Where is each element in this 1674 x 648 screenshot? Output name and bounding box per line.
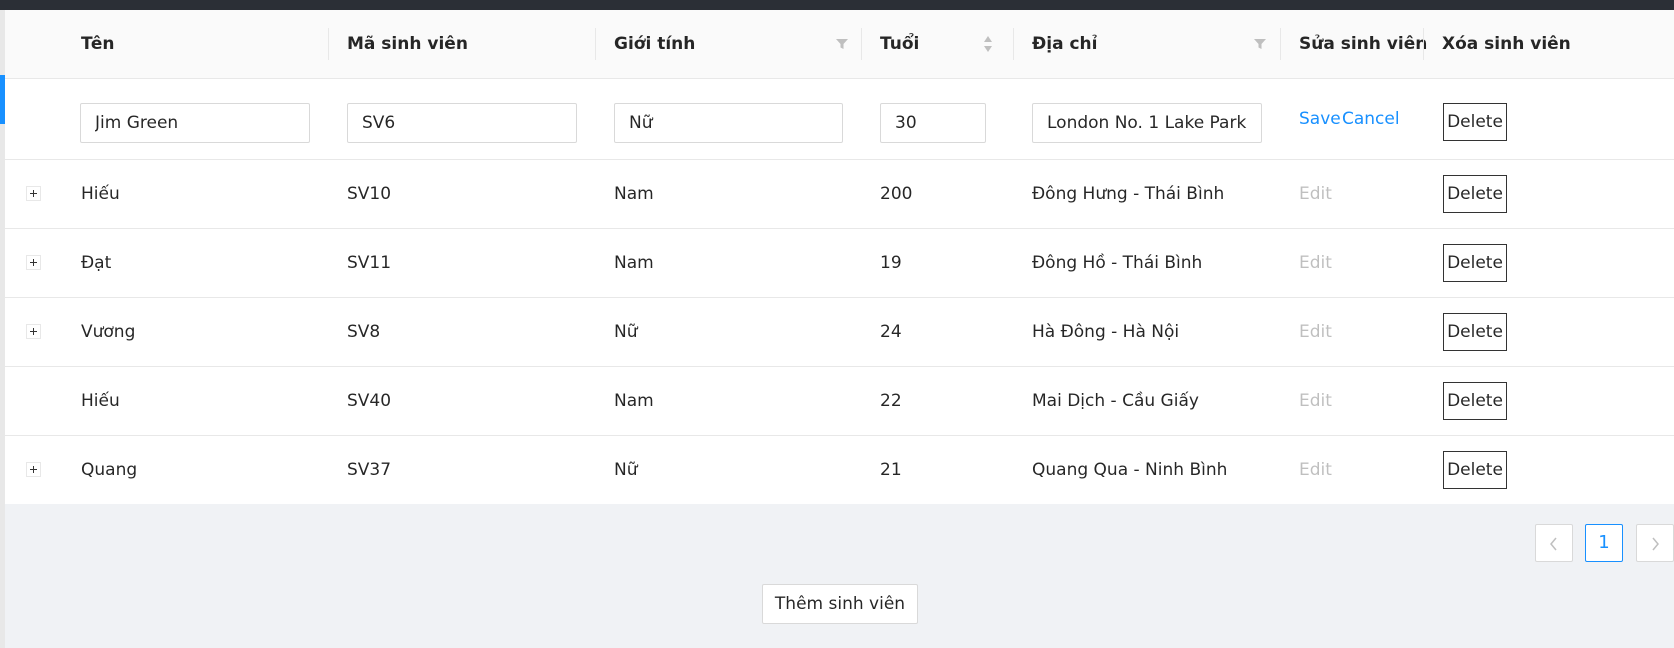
cell-address: Đông Hưng - Thái Bình <box>1032 184 1225 204</box>
cell-age: 24 <box>880 322 902 342</box>
table-row: Hiếu SV10 Nam 200 Đông Hưng - Thái Bình … <box>5 160 1674 229</box>
cell-name: Vương <box>81 322 136 342</box>
header-delete: Xóa sinh viên <box>1442 34 1571 54</box>
table-row: Hiếu SV40 Nam 22 Mai Dịch - Cầu Giấy Edi… <box>5 367 1674 436</box>
editing-row: Save Cancel Delete <box>5 79 1674 160</box>
top-bar <box>0 0 1674 10</box>
cell-gender: Nam <box>614 184 654 204</box>
cell-address: Đông Hồ - Thái Bình <box>1032 253 1203 273</box>
address-input[interactable] <box>1032 103 1262 143</box>
cell-student-id: SV37 <box>347 460 392 480</box>
save-link[interactable]: Save <box>1299 79 1341 159</box>
cell-address: Quang Qua - Ninh Bình <box>1032 460 1228 480</box>
cell-age: 19 <box>880 253 902 273</box>
add-student-button[interactable]: Thêm sinh viên <box>762 584 918 624</box>
age-input[interactable] <box>880 103 986 143</box>
delete-button[interactable]: Delete <box>1443 244 1507 282</box>
cell-student-id: SV40 <box>347 391 392 411</box>
cell-student-id: SV11 <box>347 253 392 273</box>
header-separator <box>1280 28 1281 60</box>
cell-student-id: SV8 <box>347 322 381 342</box>
delete-button[interactable]: Delete <box>1443 103 1507 141</box>
cell-age: 22 <box>880 391 902 411</box>
delete-button[interactable]: Delete <box>1443 382 1507 420</box>
cell-name: Hiếu <box>81 184 120 204</box>
delete-button[interactable]: Delete <box>1443 175 1507 213</box>
expand-row-icon[interactable] <box>26 462 41 477</box>
edit-link[interactable]: Edit <box>1299 160 1332 228</box>
expand-row-icon[interactable] <box>26 186 41 201</box>
delete-button[interactable]: Delete <box>1443 313 1507 351</box>
table-row: Quang SV37 Nữ 21 Quang Qua - Ninh Bình E… <box>5 436 1674 504</box>
header-separator <box>328 28 329 60</box>
header-name: Tên <box>81 34 115 54</box>
table-row: Đạt SV11 Nam 19 Đông Hồ - Thái Bình Edit… <box>5 229 1674 298</box>
cell-student-id: SV10 <box>347 184 392 204</box>
cell-gender: Nam <box>614 391 654 411</box>
filter-icon[interactable] <box>835 37 849 51</box>
cell-name: Đạt <box>81 253 112 273</box>
header-gender: Giới tính <box>614 34 696 54</box>
cell-age: 200 <box>880 184 913 204</box>
header-student-id: Mã sinh viên <box>347 34 468 54</box>
cell-gender: Nữ <box>614 322 638 342</box>
name-input[interactable] <box>80 103 310 143</box>
header-separator <box>1423 28 1424 60</box>
cancel-link[interactable]: Cancel <box>1342 79 1400 159</box>
page-1-button[interactable]: 1 <box>1585 524 1623 562</box>
cell-gender: Nữ <box>614 460 638 480</box>
table-header: Tên Mã sinh viên Giới tính Tuổi Địa chỉ … <box>5 10 1674 79</box>
delete-button[interactable]: Delete <box>1443 451 1507 489</box>
chevron-right-icon <box>1652 537 1659 551</box>
header-age: Tuổi <box>880 34 920 54</box>
filter-icon[interactable] <box>1253 37 1267 51</box>
chevron-left-icon <box>1550 537 1557 551</box>
cell-age: 21 <box>880 460 902 480</box>
cell-name: Quang <box>81 460 138 480</box>
next-page-button[interactable] <box>1636 524 1674 562</box>
header-address: Địa chỉ <box>1032 34 1098 54</box>
gender-input[interactable] <box>614 103 843 143</box>
edit-link[interactable]: Edit <box>1299 229 1332 297</box>
sort-icon[interactable] <box>983 34 993 54</box>
prev-page-button[interactable] <box>1535 524 1573 562</box>
header-separator <box>1013 28 1014 60</box>
header-separator <box>595 28 596 60</box>
cell-name: Hiếu <box>81 391 120 411</box>
edit-link[interactable]: Edit <box>1299 436 1332 504</box>
expand-row-icon[interactable] <box>26 255 41 270</box>
table-row: Vương SV8 Nữ 24 Hà Đông - Hà Nội Edit De… <box>5 298 1674 367</box>
cell-address: Hà Đông - Hà Nội <box>1032 322 1180 342</box>
cell-address: Mai Dịch - Cầu Giấy <box>1032 391 1199 411</box>
student-id-input[interactable] <box>347 103 577 143</box>
header-edit: Sửa sinh viên <box>1299 34 1428 54</box>
students-table: Tên Mã sinh viên Giới tính Tuổi Địa chỉ … <box>5 10 1674 504</box>
cell-gender: Nam <box>614 253 654 273</box>
expand-row-icon[interactable] <box>26 324 41 339</box>
header-separator <box>861 28 862 60</box>
edit-link[interactable]: Edit <box>1299 367 1332 435</box>
edit-link[interactable]: Edit <box>1299 298 1332 366</box>
